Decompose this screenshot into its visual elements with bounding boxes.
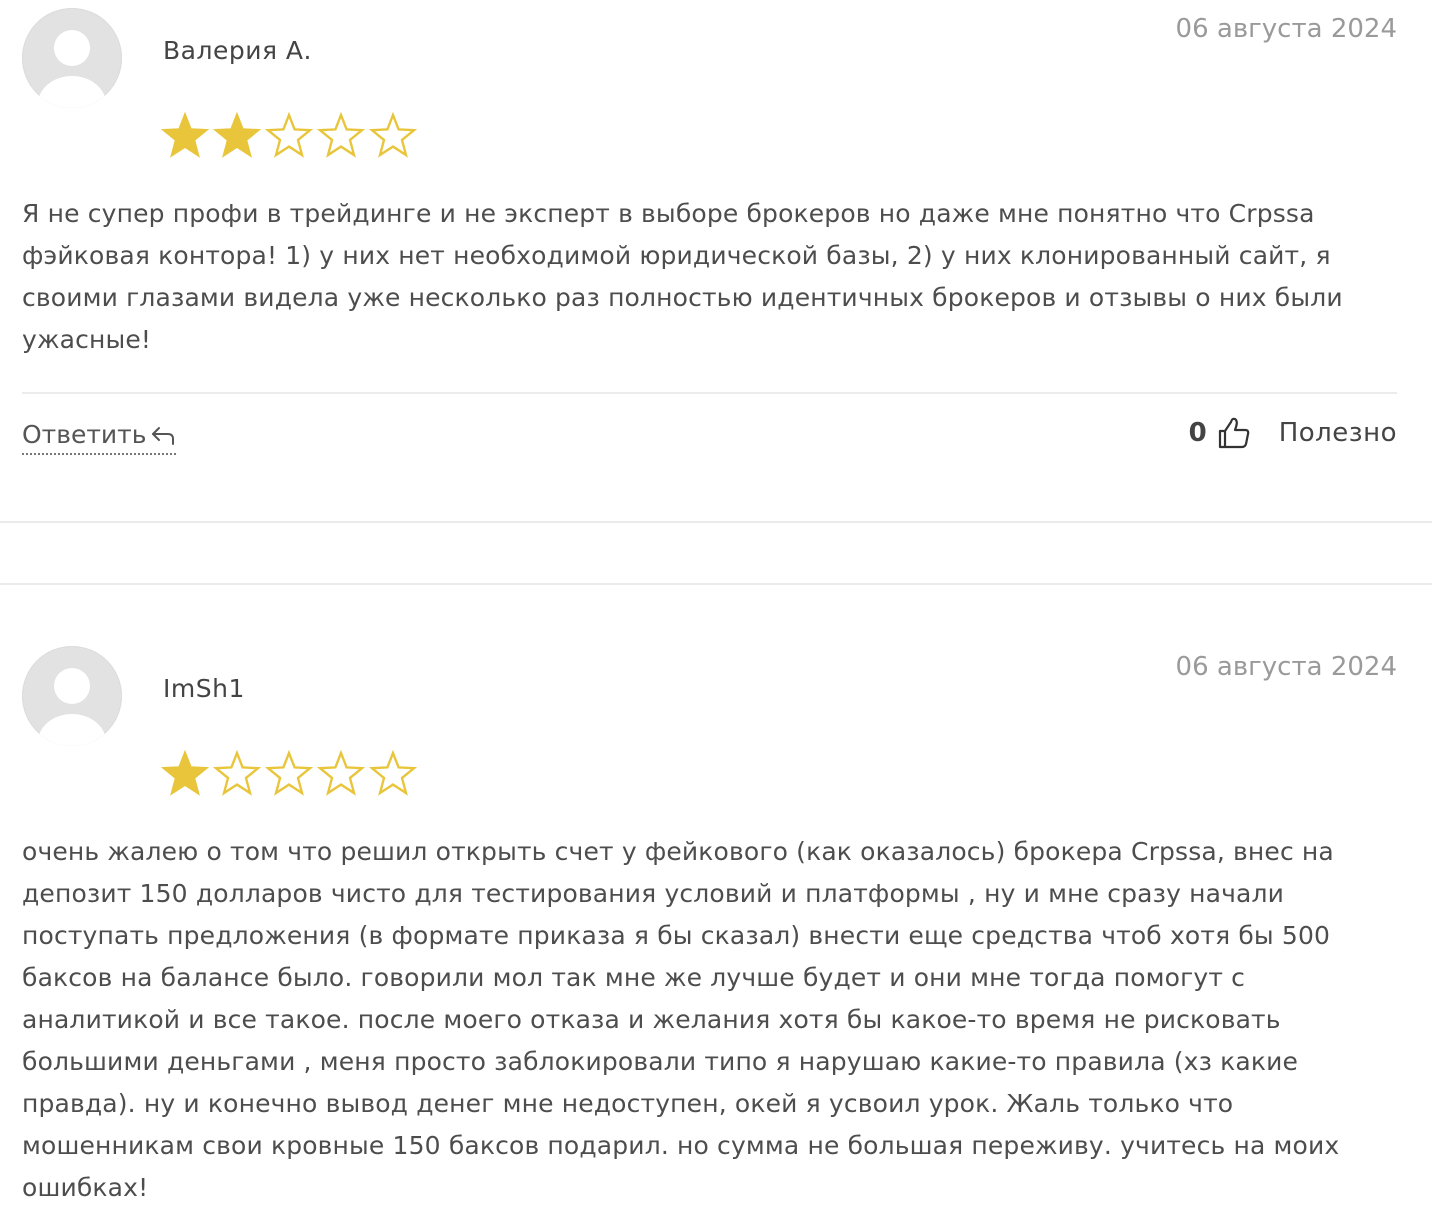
section-divider bbox=[0, 521, 1432, 523]
review-text: Я не супер профи в трейдинге и не экспер… bbox=[22, 199, 1343, 354]
star-empty-icon bbox=[213, 750, 261, 798]
user-placeholder-icon bbox=[38, 668, 106, 746]
review-date: 06 августа 2024 bbox=[1175, 652, 1397, 682]
review-text: очень жалею о том что решил открыть счет… bbox=[22, 837, 1340, 1202]
star-empty-icon bbox=[317, 112, 365, 160]
star-empty-icon bbox=[317, 750, 365, 798]
like-button[interactable] bbox=[1217, 416, 1251, 450]
divider bbox=[22, 392, 1397, 394]
star-empty-icon bbox=[369, 750, 417, 798]
reply-label: Ответить bbox=[22, 420, 147, 449]
reply-arrow-icon bbox=[152, 426, 175, 445]
star-empty-icon bbox=[265, 112, 313, 160]
star-rating bbox=[161, 750, 417, 798]
star-filled-icon bbox=[213, 112, 261, 160]
star-filled-icon bbox=[161, 112, 209, 160]
author-name: Валерия А. bbox=[163, 36, 312, 65]
section-divider bbox=[0, 583, 1432, 585]
thumbs-up-icon bbox=[1218, 417, 1249, 449]
star-rating bbox=[161, 112, 417, 160]
reply-button[interactable]: Ответить bbox=[22, 420, 177, 455]
avatar bbox=[22, 8, 122, 108]
like-count: 0 bbox=[1188, 418, 1207, 448]
author-name: ImSh1 bbox=[163, 674, 245, 703]
helpful-label[interactable]: Полезно bbox=[1279, 418, 1397, 448]
avatar bbox=[22, 646, 122, 746]
star-filled-icon bbox=[161, 750, 209, 798]
helpful-section: 0 Полезно bbox=[1189, 416, 1397, 450]
star-empty-icon bbox=[265, 750, 313, 798]
star-empty-icon bbox=[369, 112, 417, 160]
user-placeholder-icon bbox=[38, 30, 106, 108]
review-date: 06 августа 2024 bbox=[1175, 14, 1397, 44]
